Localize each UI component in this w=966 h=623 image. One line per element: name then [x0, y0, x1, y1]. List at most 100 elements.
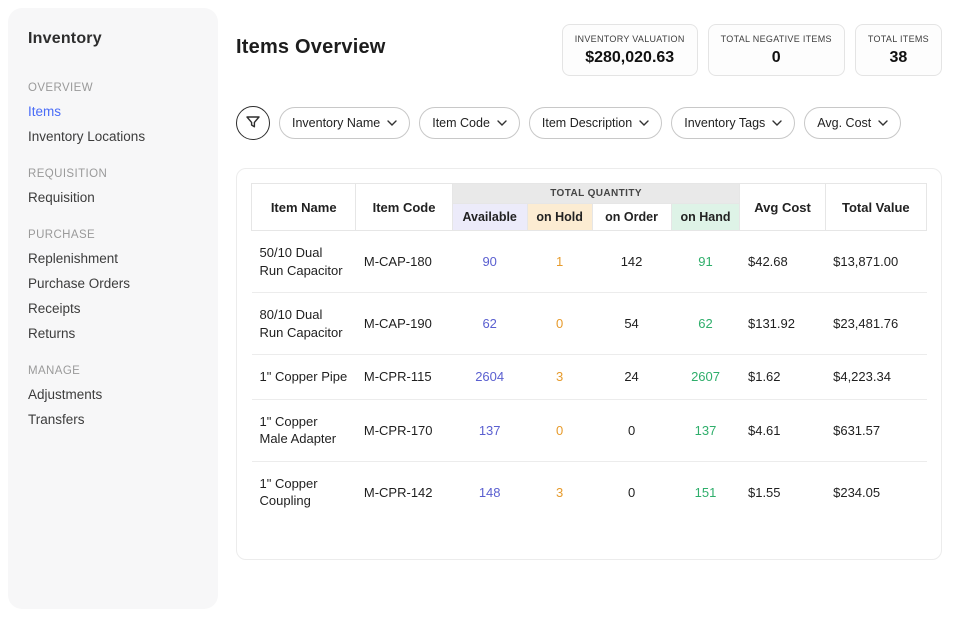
cell-available[interactable]: 2604 [452, 355, 527, 400]
cell-on-hold[interactable]: 0 [527, 399, 592, 461]
stat-cards: INVENTORY VALUATION $280,020.63 TOTAL NE… [562, 24, 942, 76]
cell-on-order: 0 [592, 461, 671, 523]
cell-available[interactable]: 62 [452, 293, 527, 355]
items-table: Item Name Item Code TOTAL QUANTITY Avg C… [251, 183, 927, 523]
table-row: 1" Copper Coupling M-CPR-142 148 3 0 151… [252, 461, 927, 523]
column-header-avg-cost: Avg Cost [740, 184, 825, 231]
sidebar-item-requisition[interactable]: Requisition [28, 190, 198, 205]
cell-item-name: 1" Copper Pipe [252, 355, 356, 400]
cell-on-hand[interactable]: 91 [671, 231, 740, 293]
cell-on-hold[interactable]: 3 [527, 355, 592, 400]
filter-pill-avg-cost[interactable]: Avg. Cost [804, 107, 901, 139]
chevron-down-icon [387, 120, 397, 126]
cell-item-name: 50/10 Dual Run Capacitor [252, 231, 356, 293]
section-label-overview: OVERVIEW [28, 82, 198, 94]
cell-item-code: M-CPR-115 [356, 355, 452, 400]
filter-pill-item-description[interactable]: Item Description [529, 107, 662, 139]
page-title: Items Overview [236, 36, 386, 59]
filter-pill-item-code[interactable]: Item Code [419, 107, 520, 139]
column-header-available: Available [452, 204, 527, 231]
items-table-card: Item Name Item Code TOTAL QUANTITY Avg C… [236, 168, 942, 560]
cell-item-name: 1" Copper Coupling [252, 461, 356, 523]
table-body: 50/10 Dual Run Capacitor M-CAP-180 90 1 … [252, 231, 927, 523]
cell-on-order: 0 [592, 399, 671, 461]
cell-avg-cost: $131.92 [740, 293, 825, 355]
filter-pill-label: Item Code [432, 116, 490, 130]
stat-card-total-items: TOTAL ITEMS 38 [855, 24, 942, 76]
sidebar: Inventory OVERVIEW Items Inventory Locat… [8, 8, 218, 609]
filter-pill-label: Inventory Tags [684, 116, 765, 130]
chevron-down-icon [772, 120, 782, 126]
sidebar-title: Inventory [28, 30, 198, 48]
table-header: Item Name Item Code TOTAL QUANTITY Avg C… [252, 184, 927, 231]
chevron-down-icon [497, 120, 507, 126]
sidebar-section-manage: MANAGE Adjustments Transfers [28, 365, 198, 427]
cell-item-code: M-CAP-190 [356, 293, 452, 355]
sidebar-item-items[interactable]: Items [28, 104, 198, 119]
table-row: 1" Copper Pipe M-CPR-115 2604 3 24 2607 … [252, 355, 927, 400]
table-row: 1" Copper Male Adapter M-CPR-170 137 0 0… [252, 399, 927, 461]
filter-pill-label: Item Description [542, 116, 632, 130]
sidebar-section-purchase: PURCHASE Replenishment Purchase Orders R… [28, 229, 198, 341]
page: Inventory OVERVIEW Items Inventory Locat… [0, 0, 966, 623]
stat-card-total-negative-items: TOTAL NEGATIVE ITEMS 0 [708, 24, 845, 76]
main-content: Items Overview INVENTORY VALUATION $280,… [236, 0, 942, 623]
sidebar-item-replenishment[interactable]: Replenishment [28, 251, 198, 266]
cell-on-order: 24 [592, 355, 671, 400]
cell-available[interactable]: 148 [452, 461, 527, 523]
filter-pill-inventory-name[interactable]: Inventory Name [279, 107, 410, 139]
sidebar-item-inventory-locations[interactable]: Inventory Locations [28, 129, 198, 144]
section-label-requisition: REQUISITION [28, 168, 198, 180]
table-row: 50/10 Dual Run Capacitor M-CAP-180 90 1 … [252, 231, 927, 293]
column-header-total-value: Total Value [825, 184, 926, 231]
cell-total-value: $631.57 [825, 399, 926, 461]
cell-on-hand[interactable]: 2607 [671, 355, 740, 400]
cell-avg-cost: $1.62 [740, 355, 825, 400]
filter-pill-label: Avg. Cost [817, 116, 871, 130]
cell-on-hold[interactable]: 1 [527, 231, 592, 293]
sidebar-item-receipts[interactable]: Receipts [28, 301, 198, 316]
stat-value: 0 [721, 49, 832, 67]
cell-total-value: $13,871.00 [825, 231, 926, 293]
cell-on-order: 142 [592, 231, 671, 293]
cell-on-order: 54 [592, 293, 671, 355]
cell-on-hand[interactable]: 137 [671, 399, 740, 461]
column-header-on-hold: on Hold [527, 204, 592, 231]
filter-pill-inventory-tags[interactable]: Inventory Tags [671, 107, 795, 139]
cell-on-hand[interactable]: 62 [671, 293, 740, 355]
stat-card-inventory-valuation: INVENTORY VALUATION $280,020.63 [562, 24, 698, 76]
cell-item-name: 80/10 Dual Run Capacitor [252, 293, 356, 355]
cell-total-value: $4,223.34 [825, 355, 926, 400]
cell-item-code: M-CAP-180 [356, 231, 452, 293]
cell-on-hold[interactable]: 0 [527, 293, 592, 355]
stat-label: TOTAL ITEMS [868, 34, 929, 44]
filter-button[interactable] [236, 106, 270, 140]
section-label-manage: MANAGE [28, 365, 198, 377]
cell-item-code: M-CPR-142 [356, 461, 452, 523]
cell-item-name: 1" Copper Male Adapter [252, 399, 356, 461]
cell-total-value: $234.05 [825, 461, 926, 523]
stat-value: $280,020.63 [575, 49, 685, 67]
cell-available[interactable]: 137 [452, 399, 527, 461]
chevron-down-icon [878, 120, 888, 126]
sidebar-item-purchase-orders[interactable]: Purchase Orders [28, 276, 198, 291]
sidebar-item-returns[interactable]: Returns [28, 326, 198, 341]
stat-label: INVENTORY VALUATION [575, 34, 685, 44]
stat-value: 38 [868, 49, 929, 67]
column-header-on-hand: on Hand [671, 204, 740, 231]
cell-avg-cost: $4.61 [740, 399, 825, 461]
sidebar-item-adjustments[interactable]: Adjustments [28, 387, 198, 402]
sidebar-item-transfers[interactable]: Transfers [28, 412, 198, 427]
filter-bar: Inventory Name Item Code Item Descriptio… [236, 106, 942, 140]
cell-avg-cost: $42.68 [740, 231, 825, 293]
cell-available[interactable]: 90 [452, 231, 527, 293]
cell-on-hand[interactable]: 151 [671, 461, 740, 523]
stat-label: TOTAL NEGATIVE ITEMS [721, 34, 832, 44]
cell-item-code: M-CPR-170 [356, 399, 452, 461]
cell-avg-cost: $1.55 [740, 461, 825, 523]
table-row: 80/10 Dual Run Capacitor M-CAP-190 62 0 … [252, 293, 927, 355]
section-label-purchase: PURCHASE [28, 229, 198, 241]
column-header-item-code: Item Code [356, 184, 452, 231]
cell-on-hold[interactable]: 3 [527, 461, 592, 523]
topbar: Items Overview INVENTORY VALUATION $280,… [236, 24, 942, 76]
